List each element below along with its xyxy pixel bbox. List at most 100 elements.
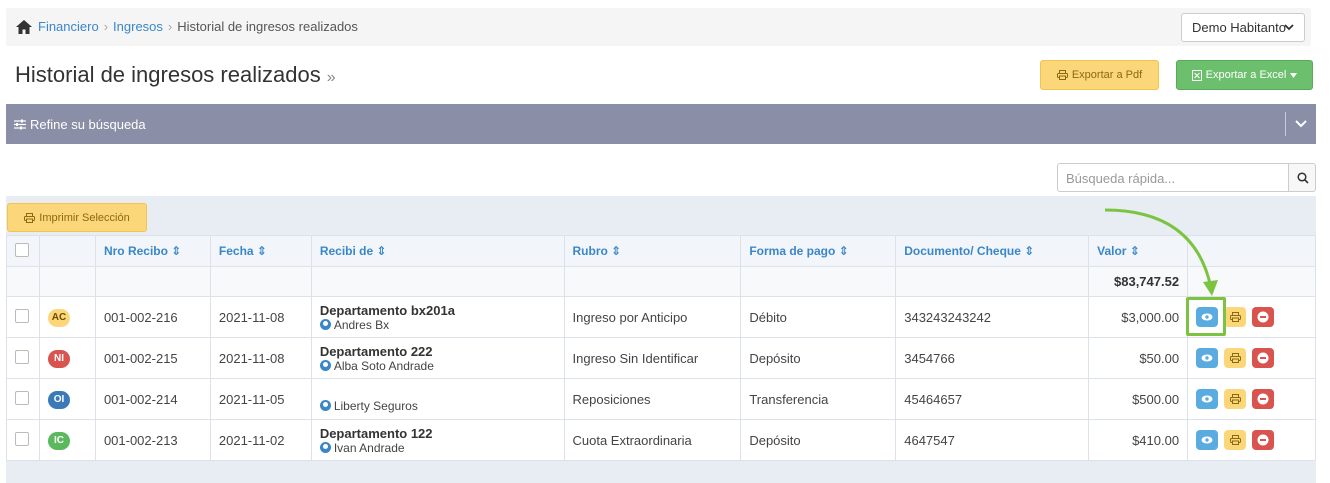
print-icon xyxy=(1056,70,1068,80)
header-recibi-de[interactable]: Recibi de ⇕ xyxy=(310,235,565,267)
header-label: Forma de pago xyxy=(749,244,836,258)
print-selection-button[interactable]: Imprimir Selección xyxy=(7,203,147,232)
print-button[interactable] xyxy=(1224,430,1247,450)
view-button[interactable] xyxy=(1196,389,1219,409)
print-button[interactable] xyxy=(1224,389,1247,409)
view-button-highlight xyxy=(1186,297,1226,336)
actions-cell xyxy=(1187,337,1316,379)
user-icon xyxy=(319,400,331,411)
print-button[interactable] xyxy=(1224,348,1247,368)
eye-icon xyxy=(1201,395,1213,403)
breadcrumb: Financiero › Ingresos › Historial de ing… xyxy=(16,19,358,34)
row-checkbox[interactable] xyxy=(15,390,29,405)
delete-button[interactable] xyxy=(1252,348,1275,368)
breadcrumb-ingresos[interactable]: Ingresos xyxy=(113,19,163,34)
badge-cell: IC xyxy=(38,419,96,461)
refine-search-label: Refine su búsqueda xyxy=(30,117,146,132)
caret-down-icon xyxy=(1290,72,1298,78)
valor-cell: $410.00 xyxy=(1088,419,1189,461)
valor-cell: $50.00 xyxy=(1088,337,1189,379)
fecha-cell: 2021-11-05 xyxy=(209,378,312,420)
header-fecha[interactable]: Fecha ⇕ xyxy=(209,235,312,267)
header-documento-cheque[interactable]: Documento/ Cheque ⇕ xyxy=(895,235,1090,267)
person-name: Ivan Andrade xyxy=(333,440,405,455)
fecha-cell: 2021-11-02 xyxy=(209,419,312,461)
documento-cell: 4647547 xyxy=(895,419,1090,461)
print-button[interactable] xyxy=(1224,307,1247,327)
badge-cell: NI xyxy=(38,337,96,379)
person-name: Andres Bx xyxy=(333,317,390,332)
minus-circle-icon xyxy=(1257,311,1269,323)
table-row: IC 001-002-213 2021-11-02 Departamento 1… xyxy=(6,419,1316,461)
search-input[interactable]: Búsqueda rápida... xyxy=(1057,163,1289,192)
title-suffix: » xyxy=(326,69,336,86)
row-checkbox[interactable] xyxy=(15,349,29,364)
print-icon xyxy=(1229,435,1241,445)
header-label: Fecha xyxy=(218,244,254,258)
view-button[interactable] xyxy=(1196,348,1219,368)
header-forma-de-pago[interactable]: Forma de pago ⇕ xyxy=(740,235,897,267)
delete-button[interactable] xyxy=(1252,307,1275,327)
breadcrumb-financiero[interactable]: Financiero xyxy=(38,19,99,34)
person-name: Alba Soto Andrade xyxy=(333,358,434,373)
person-name: Liberty Seguros xyxy=(333,398,418,413)
badge-header xyxy=(38,235,96,267)
forma-de-pago-cell: Débito xyxy=(740,296,897,338)
header-rubro[interactable]: Rubro ⇕ xyxy=(563,235,742,267)
rubro-cell: Reposiciones xyxy=(563,378,742,420)
excel-file-icon xyxy=(1191,69,1202,81)
export-pdf-button[interactable]: Exportar a Pdf xyxy=(1040,60,1159,90)
nro-recibo-cell: 001-002-215 xyxy=(94,337,211,379)
breadcrumb-separator: › xyxy=(167,19,173,34)
rubro-cell: Ingreso Sin Identificar xyxy=(563,337,742,379)
recibi-de-department: Departamento bx201a xyxy=(319,302,455,318)
search-icon xyxy=(1297,172,1309,184)
valor-cell: $3,000.00 xyxy=(1088,296,1189,338)
nro-recibo-cell: 001-002-214 xyxy=(94,378,211,420)
nro-recibo-cell: 001-002-213 xyxy=(94,419,211,461)
select-all-cell xyxy=(6,235,40,267)
empty-cell xyxy=(310,266,565,297)
badge-cell: OI xyxy=(38,378,96,420)
export-excel-label: Exportar a Excel xyxy=(1205,69,1287,81)
chevron-down-icon[interactable] xyxy=(1294,118,1308,130)
select-all-checkbox[interactable] xyxy=(15,242,29,257)
export-excel-button[interactable]: Exportar a Excel xyxy=(1176,60,1313,90)
empty-cell xyxy=(94,266,211,297)
page-title: Historial de ingresos realizados » xyxy=(15,62,336,88)
view-button[interactable] xyxy=(1196,430,1219,450)
table-row: OI 001-002-214 2021-11-05 Liberty Seguro… xyxy=(6,378,1316,420)
user-icon xyxy=(319,319,331,330)
sliders-icon xyxy=(14,119,26,130)
type-badge: OI xyxy=(47,390,70,409)
page-title-text: Historial de ingresos realizados xyxy=(15,62,321,87)
sort-icon: ⇕ xyxy=(256,244,267,258)
type-badge: AC xyxy=(47,308,70,327)
actions-cell xyxy=(1187,419,1316,461)
sort-icon: ⇕ xyxy=(1024,244,1035,258)
empty-cell xyxy=(895,266,1090,297)
row-checkbox-cell xyxy=(6,337,40,379)
recibi-de-person: Ivan Andrade xyxy=(319,440,556,455)
print-icon xyxy=(24,212,36,223)
sort-icon: ⇕ xyxy=(611,244,622,258)
sort-icon: ⇕ xyxy=(171,244,182,258)
search-button[interactable] xyxy=(1288,163,1316,192)
user-select[interactable]: Demo Habitanto xyxy=(1181,13,1305,42)
header-nro-recibo[interactable]: Nro Recibo ⇕ xyxy=(94,235,211,267)
header-label: Documento/ Cheque xyxy=(904,244,1021,258)
forma-de-pago-cell: Depósito xyxy=(740,337,897,379)
row-checkbox[interactable] xyxy=(15,431,29,446)
recibi-de-person: Andres Bx xyxy=(319,317,556,332)
forma-de-pago-cell: Transferencia xyxy=(740,378,897,420)
empty-cell xyxy=(6,266,40,297)
refine-search-bar[interactable]: Refine su búsqueda xyxy=(6,104,1316,144)
delete-button[interactable] xyxy=(1252,430,1275,450)
home-icon[interactable] xyxy=(16,19,32,34)
delete-button[interactable] xyxy=(1252,389,1275,409)
recibi-de-cell: Liberty Seguros xyxy=(310,378,565,420)
badge-cell: AC xyxy=(38,296,96,338)
recibi-de-department: Departamento 122 xyxy=(319,425,433,441)
empty-cell xyxy=(563,266,742,297)
row-checkbox[interactable] xyxy=(15,308,29,323)
